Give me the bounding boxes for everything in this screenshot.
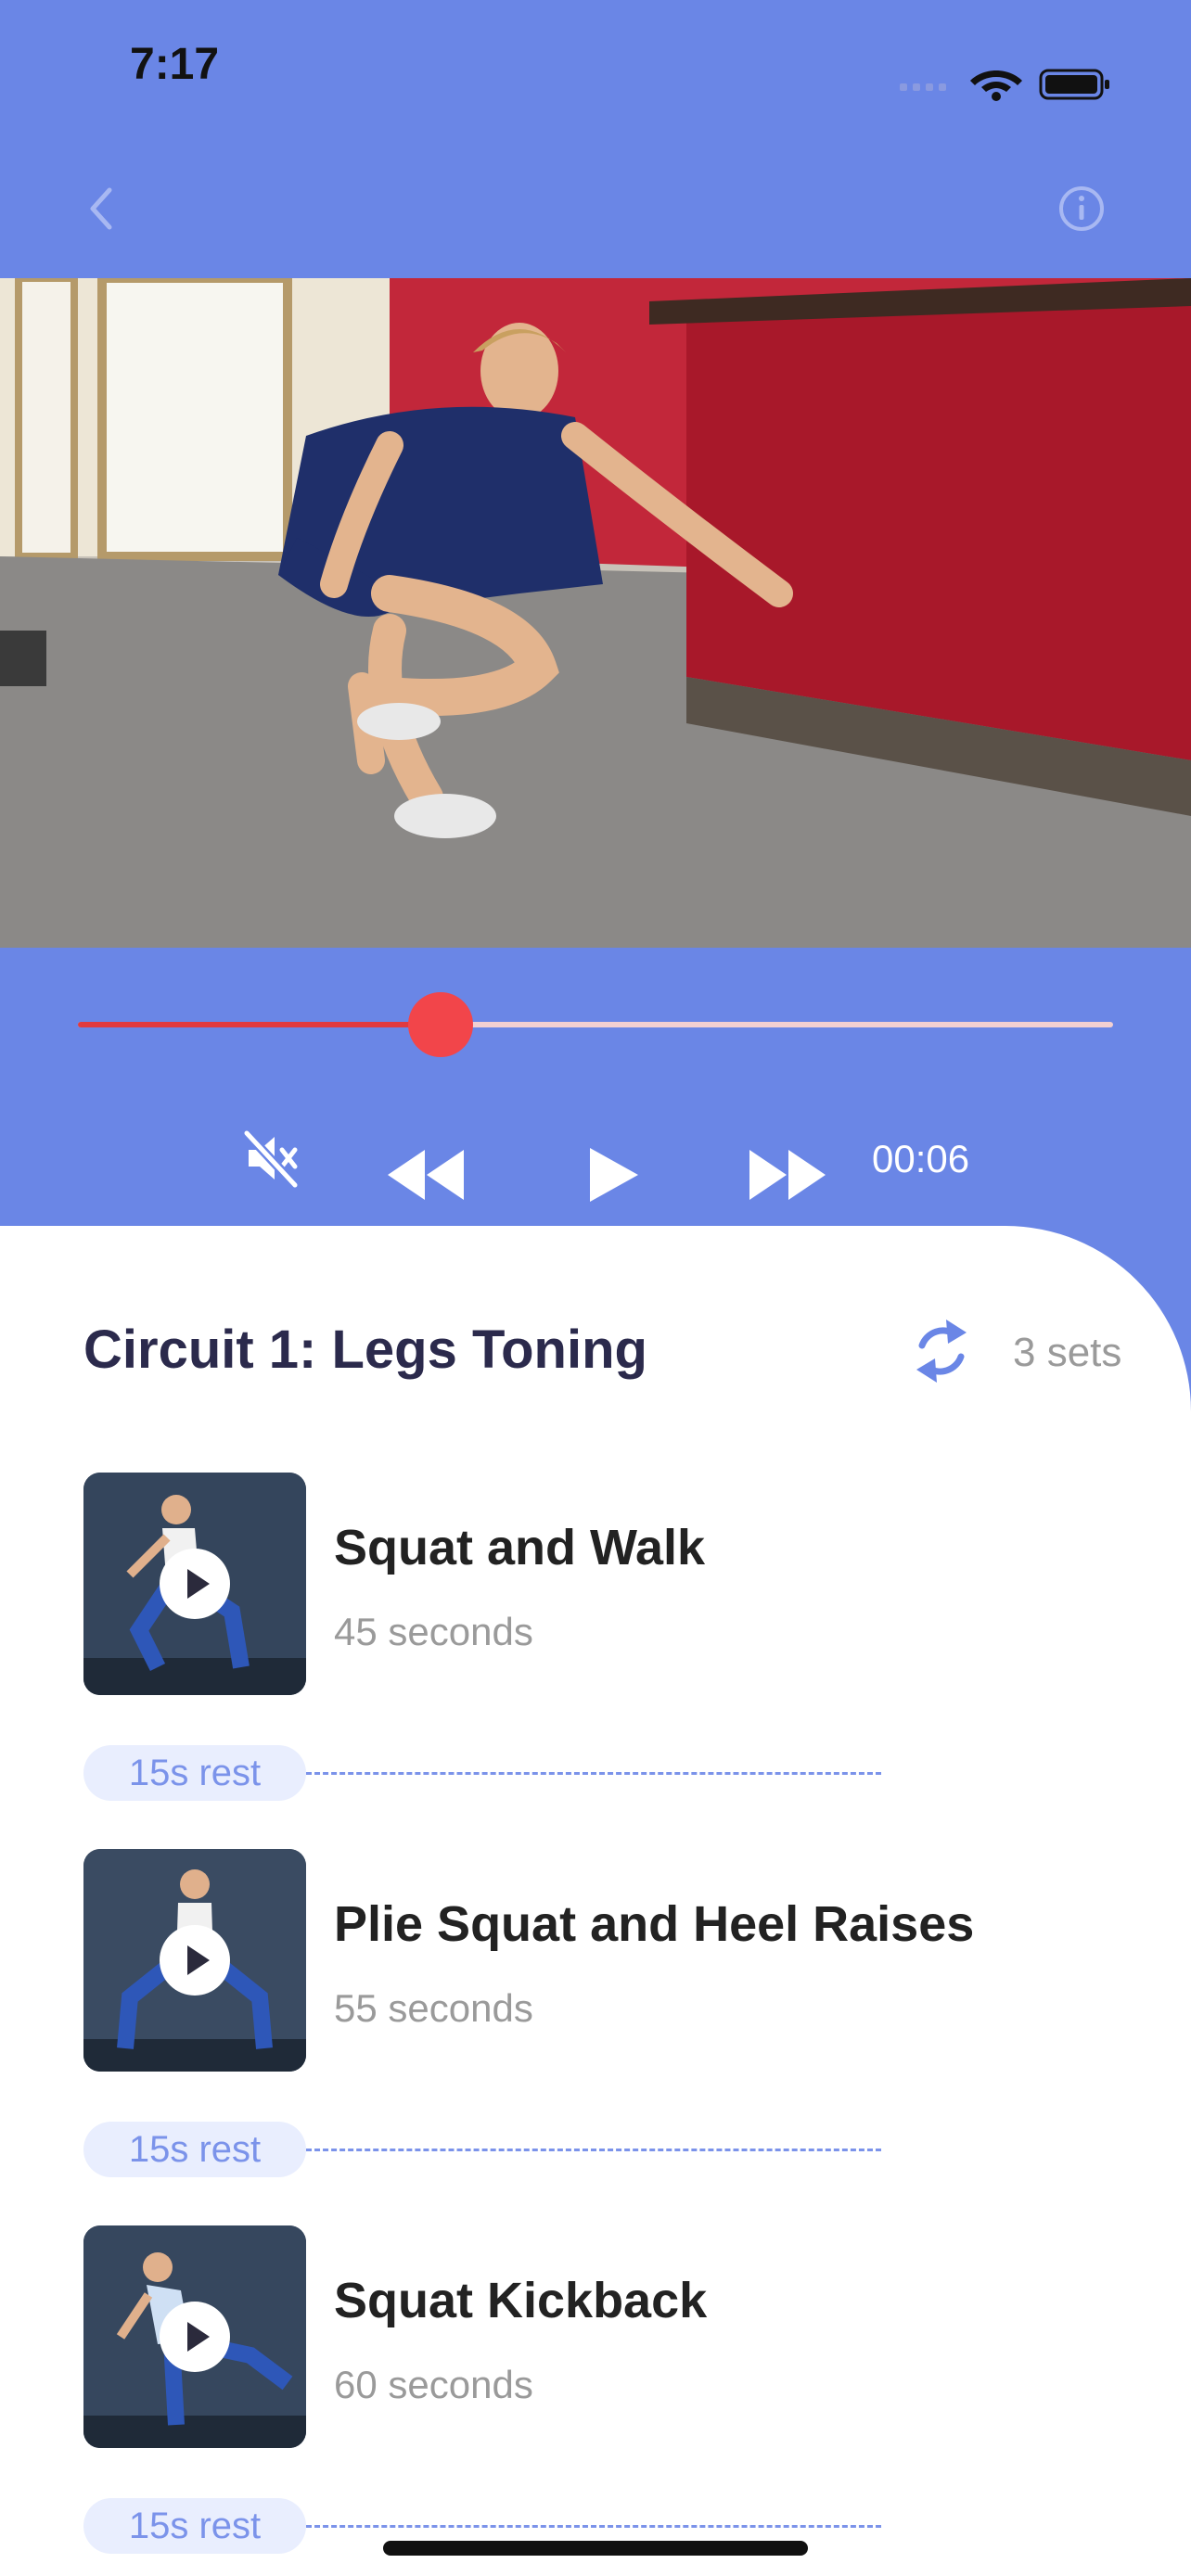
circuit-title: Circuit 1: Legs Toning [83,1320,647,1380]
cellular-signal-icon [900,83,946,91]
battery-icon [1039,69,1109,100]
rest-indicator: 15s rest [83,2122,881,2177]
wifi-icon [970,70,1022,101]
progress-thumb[interactable] [407,992,473,1057]
rest-indicator: 15s rest [83,1745,881,1801]
exercise-thumbnail [83,1849,306,2072]
exercise-name: Plie Squat and Heel Raises [334,1896,975,1952]
elapsed-time: 00:06 [872,1137,970,1180]
rest-pill: 15s rest [83,2122,306,2177]
home-indicator [383,2541,808,2556]
play-circle-icon[interactable] [158,2300,232,2374]
rewind-icon[interactable] [384,1146,467,1204]
rest-pill: 15s rest [83,1745,306,1801]
exercise-item[interactable]: Plie Squat and Heel Raises 55 seconds [83,1849,1132,2072]
rest-pill: 15s rest [83,2498,306,2554]
sets-count: 3 sets [1013,1330,1122,1375]
info-icon[interactable] [1054,181,1109,236]
top-nav [0,139,1191,278]
back-chevron-icon[interactable] [74,181,130,236]
exercise-thumbnail [83,2225,306,2448]
video-frame [0,278,1191,948]
exercise-item[interactable]: Squat and Walk 45 seconds [83,1473,1132,1695]
play-circle-icon[interactable] [158,1923,232,1997]
rest-dashed-line [306,2149,881,2151]
exercise-duration: 55 seconds [334,1986,533,2030]
repeat-icon[interactable] [909,1314,974,1388]
exercise-video[interactable] [0,278,1191,948]
circuit-sheet: Circuit 1: Legs Toning 3 sets Squat and … [0,1226,1191,2576]
fast-forward-icon[interactable] [746,1146,829,1204]
status-icons [900,69,1109,101]
mute-icon[interactable] [239,1126,304,1191]
play-icon[interactable] [586,1144,642,1205]
exercise-thumbnail [83,1473,306,1695]
exercise-duration: 60 seconds [334,2363,533,2406]
rest-dashed-line [306,2525,881,2528]
status-time: 7:17 [130,40,220,89]
exercise-name: Squat and Walk [334,1520,706,1575]
rest-dashed-line [306,1772,881,1775]
status-bar: 7:17 [0,0,1191,139]
progress-fill [78,1022,441,1027]
exercise-duration: 45 seconds [334,1610,533,1653]
exercise-item[interactable]: Squat Kickback 60 seconds [83,2225,1132,2448]
play-circle-icon[interactable] [158,1547,232,1621]
progress-track[interactable] [78,1022,1113,1027]
exercise-name: Squat Kickback [334,2273,708,2328]
